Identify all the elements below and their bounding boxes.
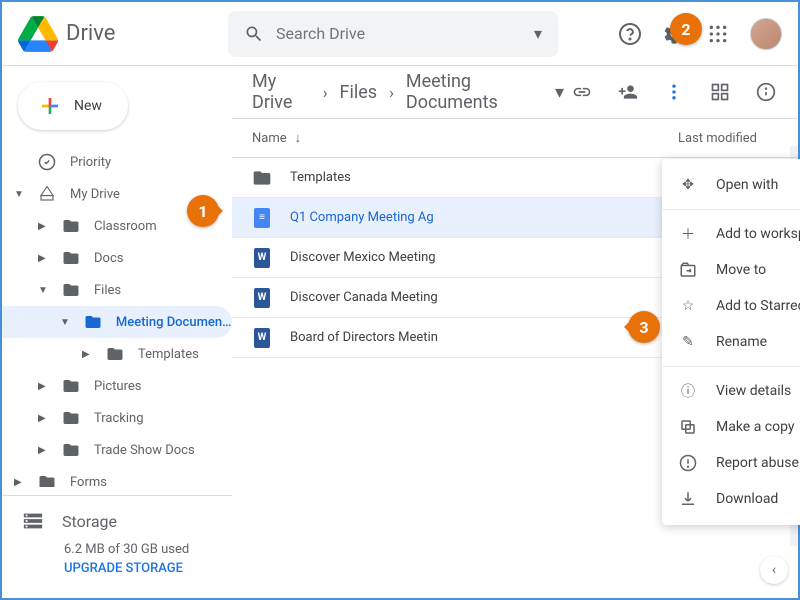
breadcrumb: My Drive › Files › Meeting Documents ▾ [232, 66, 798, 118]
search-bar[interactable]: ▾ [228, 11, 558, 57]
word-icon: W [252, 248, 272, 268]
rename-icon: ✎ [678, 332, 698, 352]
copy-icon [678, 417, 698, 437]
menu-view-details[interactable]: ⓘView details [662, 373, 800, 409]
download-icon [678, 489, 698, 509]
folder-icon [38, 473, 56, 487]
menu-add-workspace[interactable]: ＋Add to workspace› [662, 216, 800, 252]
sidebar-item[interactable]: ▶Docs [2, 242, 232, 274]
menu-make-copy[interactable]: Make a copy [662, 409, 800, 445]
plus-icon: ＋ [678, 224, 698, 244]
folder-icon [62, 441, 80, 459]
folder-icon [62, 409, 80, 427]
sidebar-item[interactable]: ▶Templates [2, 338, 232, 370]
move-icon [678, 260, 698, 280]
callout-3: 3 [628, 311, 660, 343]
search-dropdown-icon[interactable]: ▾ [534, 24, 542, 43]
search-icon [244, 24, 264, 44]
expand-button[interactable]: ‹ [760, 556, 788, 584]
menu-move-to[interactable]: Move to [662, 252, 800, 288]
share-icon[interactable] [616, 80, 640, 104]
menu-download[interactable]: Download [662, 481, 800, 517]
folder-icon [84, 313, 102, 331]
new-button[interactable]: New [18, 82, 128, 130]
report-icon [678, 453, 698, 473]
menu-separator [662, 209, 800, 210]
sidebar: New Priority ▼My Drive ▶Classroom ▶Docs … [2, 66, 232, 598]
chevron-right-icon: › [389, 83, 394, 102]
callout-2: 2 [670, 13, 702, 45]
breadcrumb-actions [570, 80, 778, 104]
main: New Priority ▼My Drive ▶Classroom ▶Docs … [2, 66, 798, 598]
gdoc-icon: ≡ [252, 208, 272, 228]
context-menu: ✥Open with› ＋Add to workspace› Move to ☆… [662, 159, 800, 525]
folder-icon [62, 217, 80, 235]
storage-section: Storage 6.2 MB of 30 GB used UPGRADE STO… [2, 495, 232, 590]
column-modified[interactable]: Last modified [678, 131, 778, 146]
sidebar-item[interactable]: ▶Trade Show Docs [2, 434, 232, 466]
chevron-right-icon: › [323, 83, 328, 102]
search-input[interactable] [276, 24, 522, 43]
brand-text: Drive [66, 21, 115, 46]
callout-1: 1 [187, 195, 219, 227]
apps-icon[interactable] [706, 22, 730, 46]
plus-icon [38, 94, 62, 118]
breadcrumb-segment[interactable]: Meeting Documents [406, 71, 543, 113]
sidebar-item-selected[interactable]: ▼Meeting Documen... [2, 306, 232, 338]
sidebar-item[interactable]: ▶Tracking [2, 402, 232, 434]
sidebar-priority[interactable]: Priority [2, 146, 232, 178]
help-icon[interactable] [618, 22, 642, 46]
storage-label: Storage [62, 512, 117, 531]
more-actions-icon[interactable] [662, 80, 686, 104]
drive-icon [38, 185, 56, 203]
content: My Drive › Files › Meeting Documents ▾ N… [232, 66, 798, 598]
avatar[interactable] [750, 18, 782, 50]
folder-icon [62, 377, 80, 395]
word-icon: W [252, 288, 272, 308]
grid-view-icon[interactable] [708, 80, 732, 104]
folder-icon [62, 281, 80, 299]
folder-icon [106, 345, 124, 363]
breadcrumb-segment[interactable]: My Drive [252, 71, 311, 113]
priority-icon [38, 153, 56, 171]
open-with-icon: ✥ [678, 175, 698, 195]
menu-add-starred[interactable]: ☆Add to Starred [662, 288, 800, 324]
sidebar-item[interactable]: ▶Pictures [2, 370, 232, 402]
word-icon: W [252, 328, 272, 348]
info-icon[interactable] [754, 80, 778, 104]
folder-icon [252, 168, 272, 188]
link-icon[interactable] [570, 80, 594, 104]
drive-logo-icon [18, 14, 58, 54]
menu-rename[interactable]: ✎Rename [662, 324, 800, 360]
sort-down-icon: ↓ [295, 130, 302, 146]
storage-used: 6.2 MB of 30 GB used [64, 542, 212, 557]
breadcrumb-segment[interactable]: Files [340, 82, 378, 103]
new-button-label: New [74, 98, 102, 114]
folder-icon [62, 249, 80, 267]
menu-report-abuse[interactable]: Report abuse [662, 445, 800, 481]
logo-area[interactable]: Drive [18, 14, 228, 54]
upgrade-link[interactable]: UPGRADE STORAGE [64, 561, 212, 576]
column-name[interactable]: Name↓ [252, 130, 678, 146]
sidebar-item[interactable]: ▼Files [2, 274, 232, 306]
menu-separator [662, 366, 800, 367]
chevron-down-icon[interactable]: ▾ [555, 82, 564, 103]
info-icon: ⓘ [678, 381, 698, 401]
storage-icon [22, 510, 44, 532]
star-icon: ☆ [678, 296, 698, 316]
sidebar-item[interactable]: ▶Forms [2, 466, 232, 487]
menu-open-with[interactable]: ✥Open with› [662, 167, 800, 203]
list-header: Name↓ Last modified [232, 118, 798, 158]
